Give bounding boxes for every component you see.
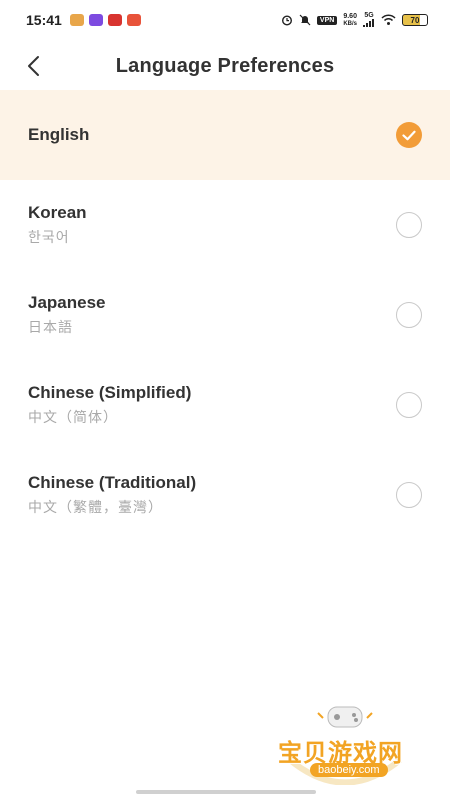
app-header: Language Preferences	[0, 44, 450, 88]
mute-icon	[299, 14, 311, 26]
language-native-name: 中文（繁體，臺灣）	[28, 499, 163, 515]
radio-unchecked-icon[interactable]	[396, 482, 422, 508]
watermark-logo: 宝贝游戏网 baobeiy.com	[270, 705, 420, 795]
chevron-left-icon	[28, 56, 39, 76]
back-button[interactable]	[20, 52, 48, 80]
language-native-name: 日本語	[28, 319, 73, 335]
language-name: Japanese	[28, 293, 106, 312]
language-list: English Korean 한국어 Japanese 日本語 Chinese …	[0, 90, 450, 540]
language-native-name: 中文（简体）	[28, 409, 118, 425]
battery-icon: 70	[402, 14, 428, 26]
network-speed: 9.60 KB/s	[343, 12, 357, 27]
check-icon	[402, 130, 416, 140]
language-option-korean[interactable]: Korean 한국어	[0, 180, 450, 270]
language-option-english[interactable]: English	[0, 90, 450, 180]
page-title: Language Preferences	[115, 54, 335, 77]
watermark-url: baobeiy.com	[310, 763, 388, 777]
language-name: Chinese (Simplified)	[28, 383, 192, 402]
notification-app-icon-3	[107, 14, 122, 26]
language-name: Chinese (Traditional)	[28, 473, 197, 492]
vpn-badge: VPN	[316, 15, 338, 25]
signal-icon: 5G	[363, 12, 375, 29]
radio-unchecked-icon[interactable]	[396, 302, 422, 328]
language-native-name: 한국어	[28, 229, 70, 245]
language-name: Korean	[28, 203, 87, 222]
status-time: 15:41	[26, 12, 62, 28]
language-option-chinese-simplified[interactable]: Chinese (Simplified) 中文（简体）	[0, 360, 450, 450]
notification-app-icon-4	[126, 14, 141, 26]
radio-unchecked-icon[interactable]	[396, 212, 422, 238]
notification-app-icon-1	[69, 14, 84, 26]
status-indicators: VPN 9.60 KB/s 5G 70	[281, 12, 428, 29]
alarm-icon	[281, 15, 292, 26]
notification-app-icon-2	[88, 14, 103, 26]
home-indicator[interactable]	[136, 790, 316, 794]
language-option-chinese-traditional[interactable]: Chinese (Traditional) 中文（繁體，臺灣）	[0, 450, 450, 540]
language-option-japanese[interactable]: Japanese 日本語	[0, 270, 450, 360]
radio-unchecked-icon[interactable]	[396, 392, 422, 418]
language-name: English	[28, 125, 90, 144]
radio-checked-icon[interactable]	[396, 122, 422, 148]
status-bar: 15:41 VPN 9.60 KB/s 5G 70	[0, 0, 450, 40]
wifi-icon	[381, 14, 396, 25]
